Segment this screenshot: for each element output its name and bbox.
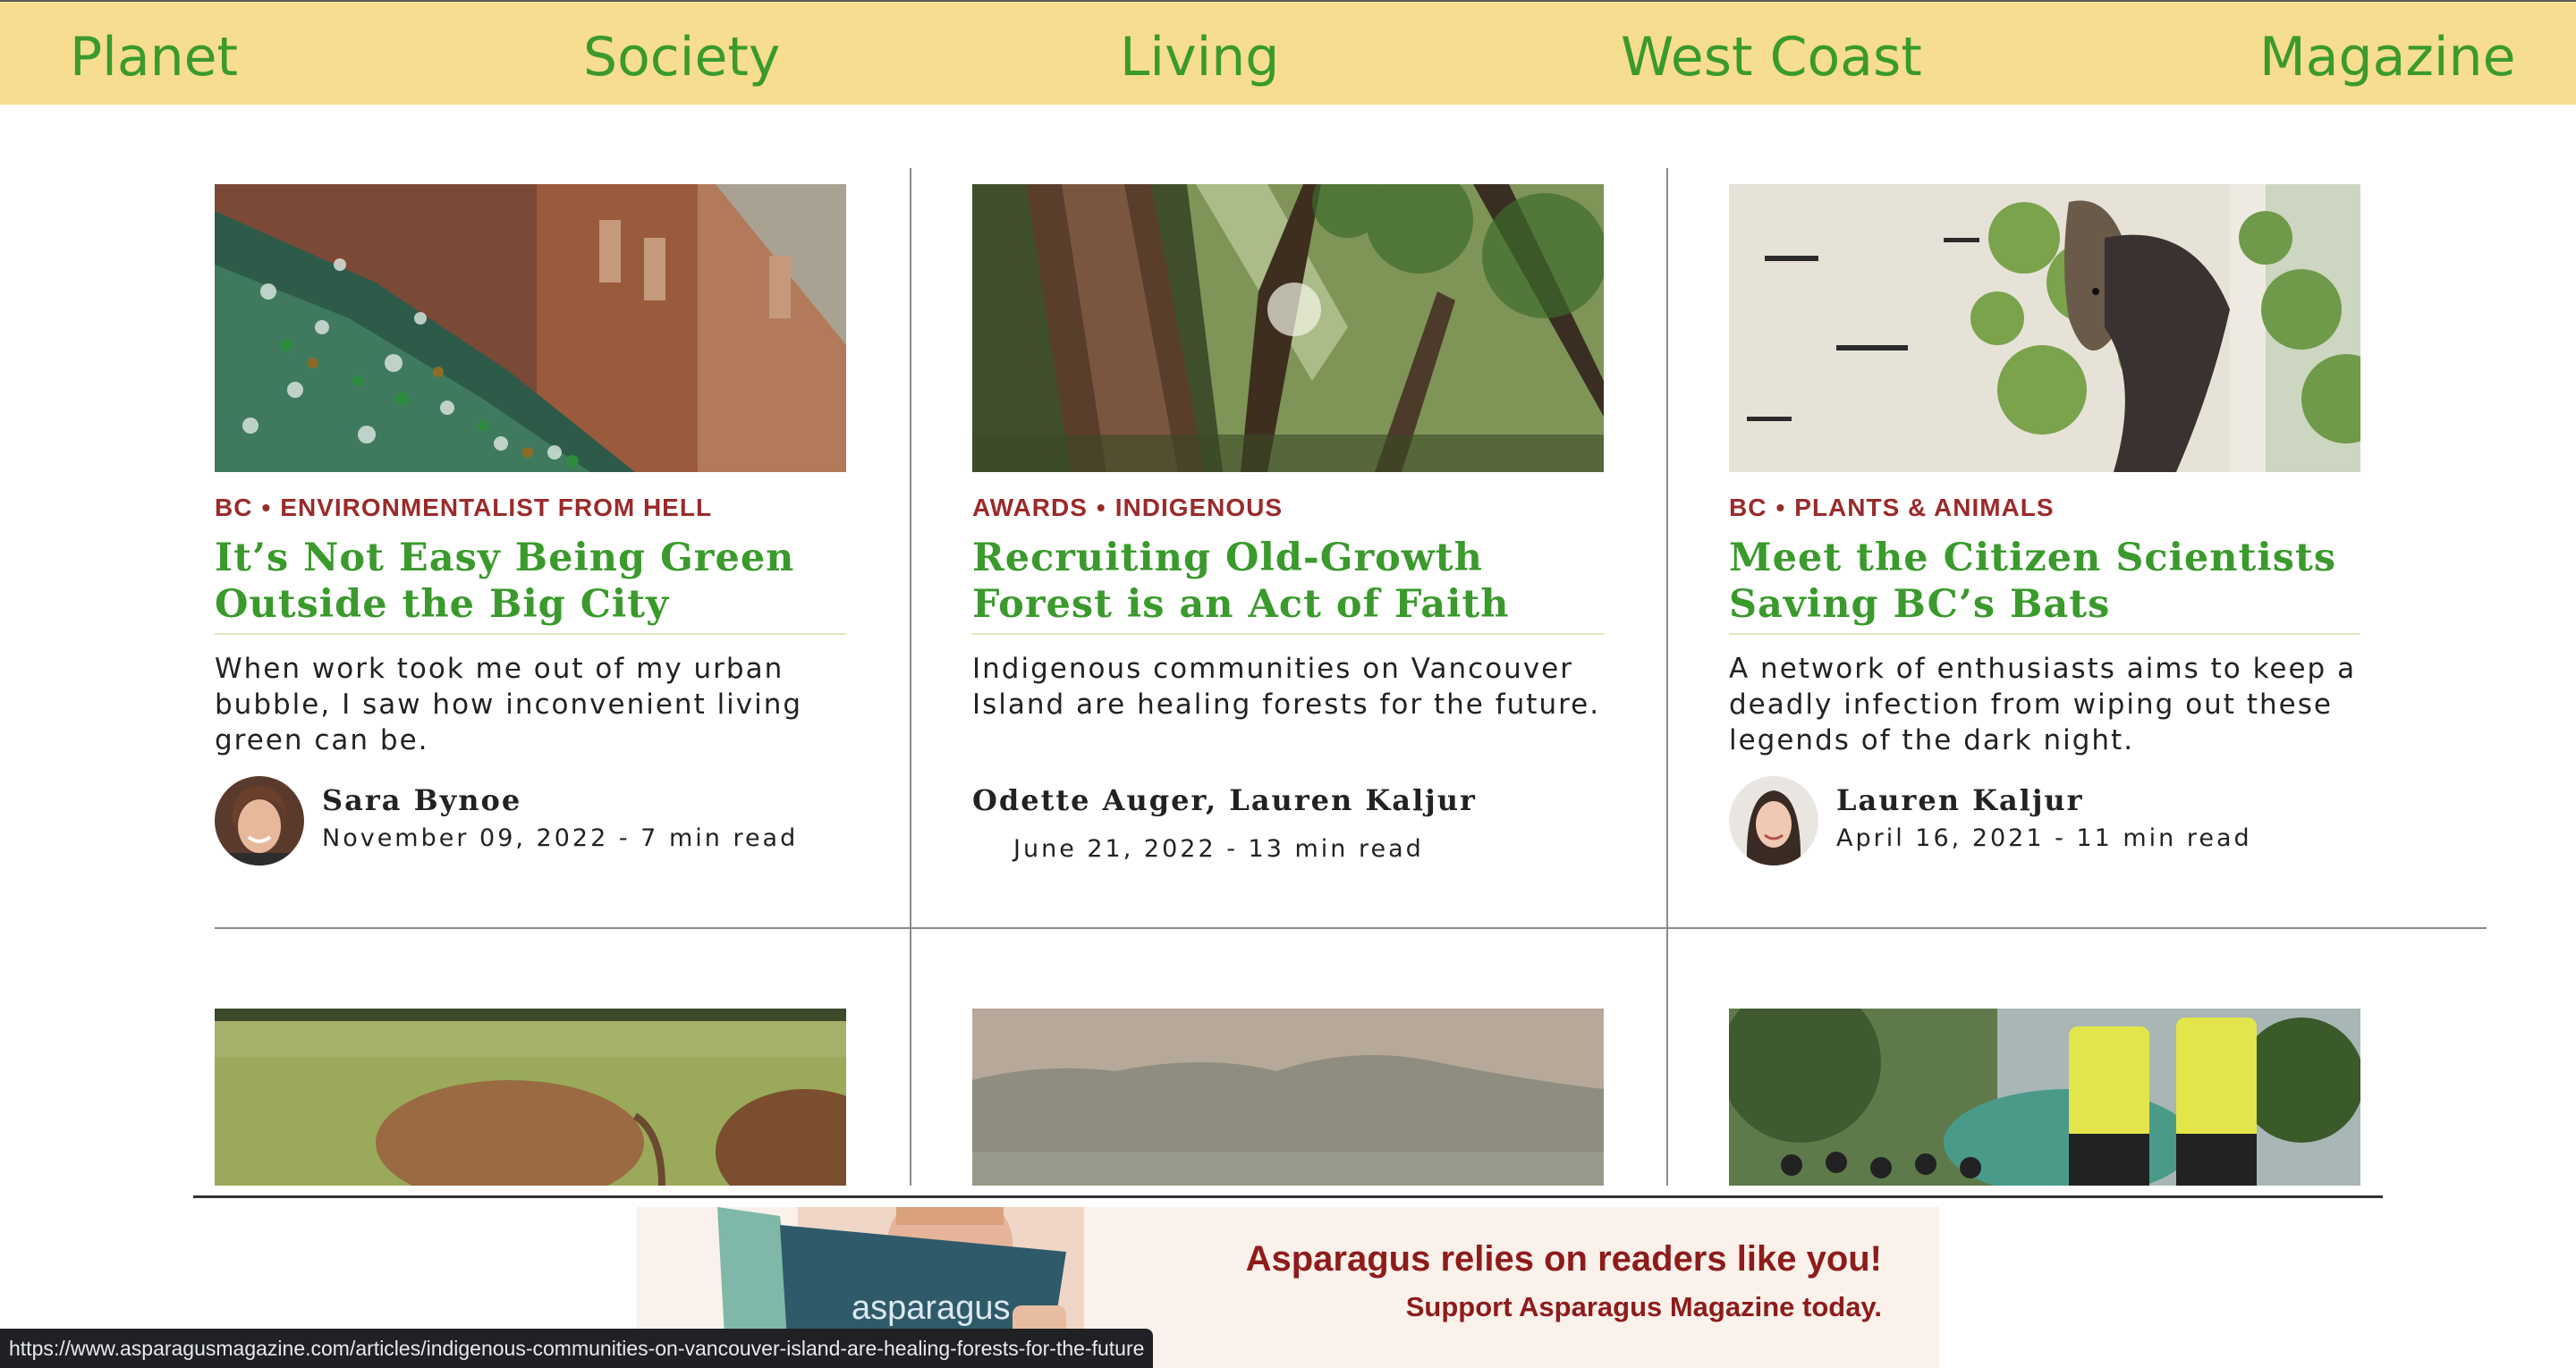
article-title[interactable]: Recruiting Old-Growth Forest is an Act o…	[972, 535, 1604, 628]
article-image-cows[interactable]	[215, 1009, 846, 1186]
column-divider	[1666, 168, 1668, 1186]
article-image-bat[interactable]	[1729, 184, 2360, 472]
browser-status-url: https://www.asparagusmagazine.com/articl…	[0, 1329, 1154, 1368]
article-image-mountains[interactable]	[972, 1009, 1604, 1186]
column-divider	[910, 168, 911, 1186]
article-image-forest[interactable]	[972, 184, 1604, 472]
author-name[interactable]: Sara Bynoe	[322, 783, 521, 817]
category-tag[interactable]: INDIGENOUS	[1115, 494, 1283, 521]
author-avatar	[1729, 776, 1818, 866]
article-date-readtime: November 09, 2022 - 7 min read	[322, 824, 799, 852]
magazine-logo: asparagus	[852, 1289, 1010, 1327]
author-avatar	[215, 776, 304, 866]
article-excerpt: A network of enthusiasts aims to keep a …	[1729, 653, 2357, 756]
author-name[interactable]: Lauren Kaljur	[1836, 783, 2084, 817]
article-excerpt: Indigenous communities on Vancouver Isla…	[972, 653, 1601, 721]
category-tag[interactable]: ENVIRONMENTALIST FROM HELL	[280, 494, 712, 521]
nav-living[interactable]: Living	[1120, 21, 1279, 93]
category-tag[interactable]: BC	[1729, 494, 1767, 521]
category-separator: •	[261, 494, 272, 521]
author-name[interactable]: Odette Auger, Lauren Kaljur	[972, 783, 1477, 817]
row-divider	[215, 927, 2487, 929]
nav-planet[interactable]: Planet	[70, 21, 238, 93]
category-separator: •	[1775, 494, 1786, 521]
category-tag[interactable]: BC	[215, 494, 252, 521]
article-date-readtime: June 21, 2022 - 13 min read	[1013, 835, 1424, 863]
article-title[interactable]: It’s Not Easy Being Green Outside the Bi…	[215, 535, 846, 628]
article-image-bottles[interactable]	[215, 184, 846, 472]
category-tag[interactable]: AWARDS	[972, 494, 1088, 521]
article-date-readtime: April 16, 2021 - 11 min read	[1836, 824, 2252, 852]
category-tag[interactable]: PLANTS & ANIMALS	[1794, 494, 2054, 521]
banner-headline[interactable]: Asparagus relies on readers like you!	[1202, 1239, 1882, 1279]
article-categories: BC • ENVIRONMENTALIST FROM HELL	[215, 494, 712, 522]
banner-subline[interactable]: Support Asparagus Magazine today.	[1202, 1291, 1882, 1323]
article-categories: AWARDS • INDIGENOUS	[972, 494, 1283, 522]
top-navigation: Planet Society Living West Coast Magazin…	[0, 0, 2576, 105]
nav-west-coast[interactable]: West Coast	[1621, 21, 1922, 93]
category-separator: •	[1096, 494, 1106, 521]
title-underline	[972, 633, 1604, 635]
section-divider	[193, 1195, 2383, 1198]
article-categories: BC • PLANTS & ANIMALS	[1729, 494, 2055, 522]
article-excerpt: When work took me out of my urban bubble…	[215, 653, 803, 756]
nav-society[interactable]: Society	[583, 21, 780, 93]
article-title[interactable]: Meet the Citizen Scientists Saving BC’s …	[1729, 535, 2360, 628]
nav-magazine[interactable]: Magazine	[2259, 21, 2516, 93]
article-image-police[interactable]	[1729, 1009, 2360, 1186]
title-underline	[215, 633, 846, 635]
title-underline	[1729, 633, 2360, 635]
